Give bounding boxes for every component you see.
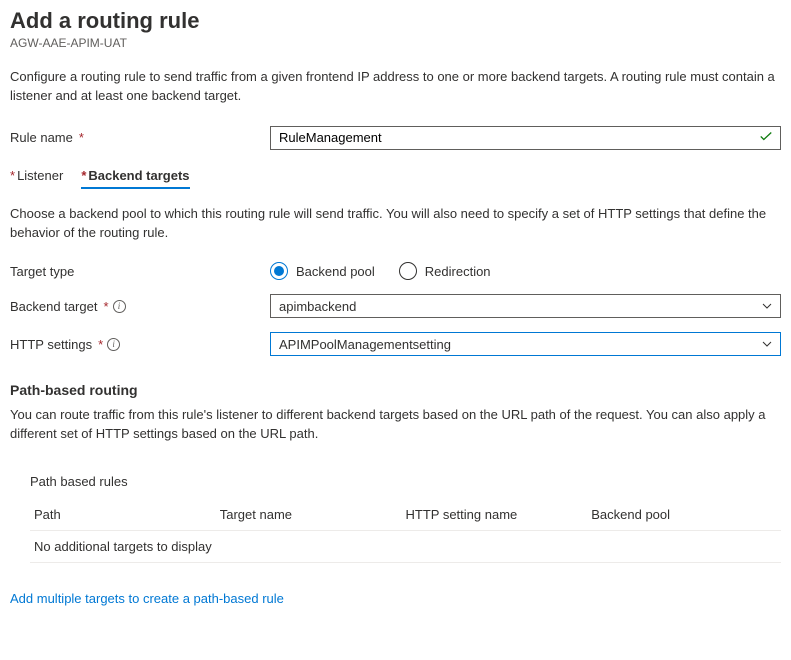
path-routing-heading: Path-based routing (10, 382, 781, 398)
rule-name-input[interactable] (270, 126, 781, 150)
tab-backend-targets[interactable]: *Backend targets (81, 168, 189, 189)
chevron-down-icon (762, 301, 772, 311)
radio-unselected-icon (399, 262, 417, 280)
col-path: Path (34, 507, 220, 522)
rule-name-label: Rule name* (10, 130, 270, 145)
radio-selected-icon (270, 262, 288, 280)
info-icon[interactable]: i (107, 338, 120, 351)
page-title: Add a routing rule (10, 8, 781, 34)
backend-target-select[interactable]: apimbackend (270, 294, 781, 318)
http-settings-label: HTTP settings* i (10, 337, 270, 352)
add-multiple-targets-link[interactable]: Add multiple targets to create a path-ba… (10, 591, 284, 606)
col-target: Target name (220, 507, 406, 522)
chevron-down-icon (762, 339, 772, 349)
tab-listener[interactable]: *Listener (10, 168, 63, 189)
page-description: Configure a routing rule to send traffic… (10, 68, 781, 106)
resource-subtitle: AGW-AAE-APIM-UAT (10, 36, 781, 50)
target-type-label: Target type (10, 264, 270, 279)
required-asterisk: * (79, 130, 84, 145)
path-routing-description: You can route traffic from this rule's l… (10, 406, 781, 444)
col-pool: Backend pool (591, 507, 777, 522)
radio-backend-pool[interactable]: Backend pool (270, 262, 375, 280)
col-http: HTTP setting name (406, 507, 592, 522)
tabs: *Listener *Backend targets (10, 168, 781, 189)
info-icon[interactable]: i (113, 300, 126, 313)
path-rules-table: Path Target name HTTP setting name Backe… (30, 499, 781, 563)
radio-redirection[interactable]: Redirection (399, 262, 491, 280)
backend-target-label: Backend target* i (10, 299, 270, 314)
empty-row: No additional targets to display (34, 539, 220, 554)
backend-description: Choose a backend pool to which this rout… (10, 205, 781, 243)
path-rules-title: Path based rules (30, 474, 781, 489)
http-settings-select[interactable]: APIMPoolManagementsetting (270, 332, 781, 356)
